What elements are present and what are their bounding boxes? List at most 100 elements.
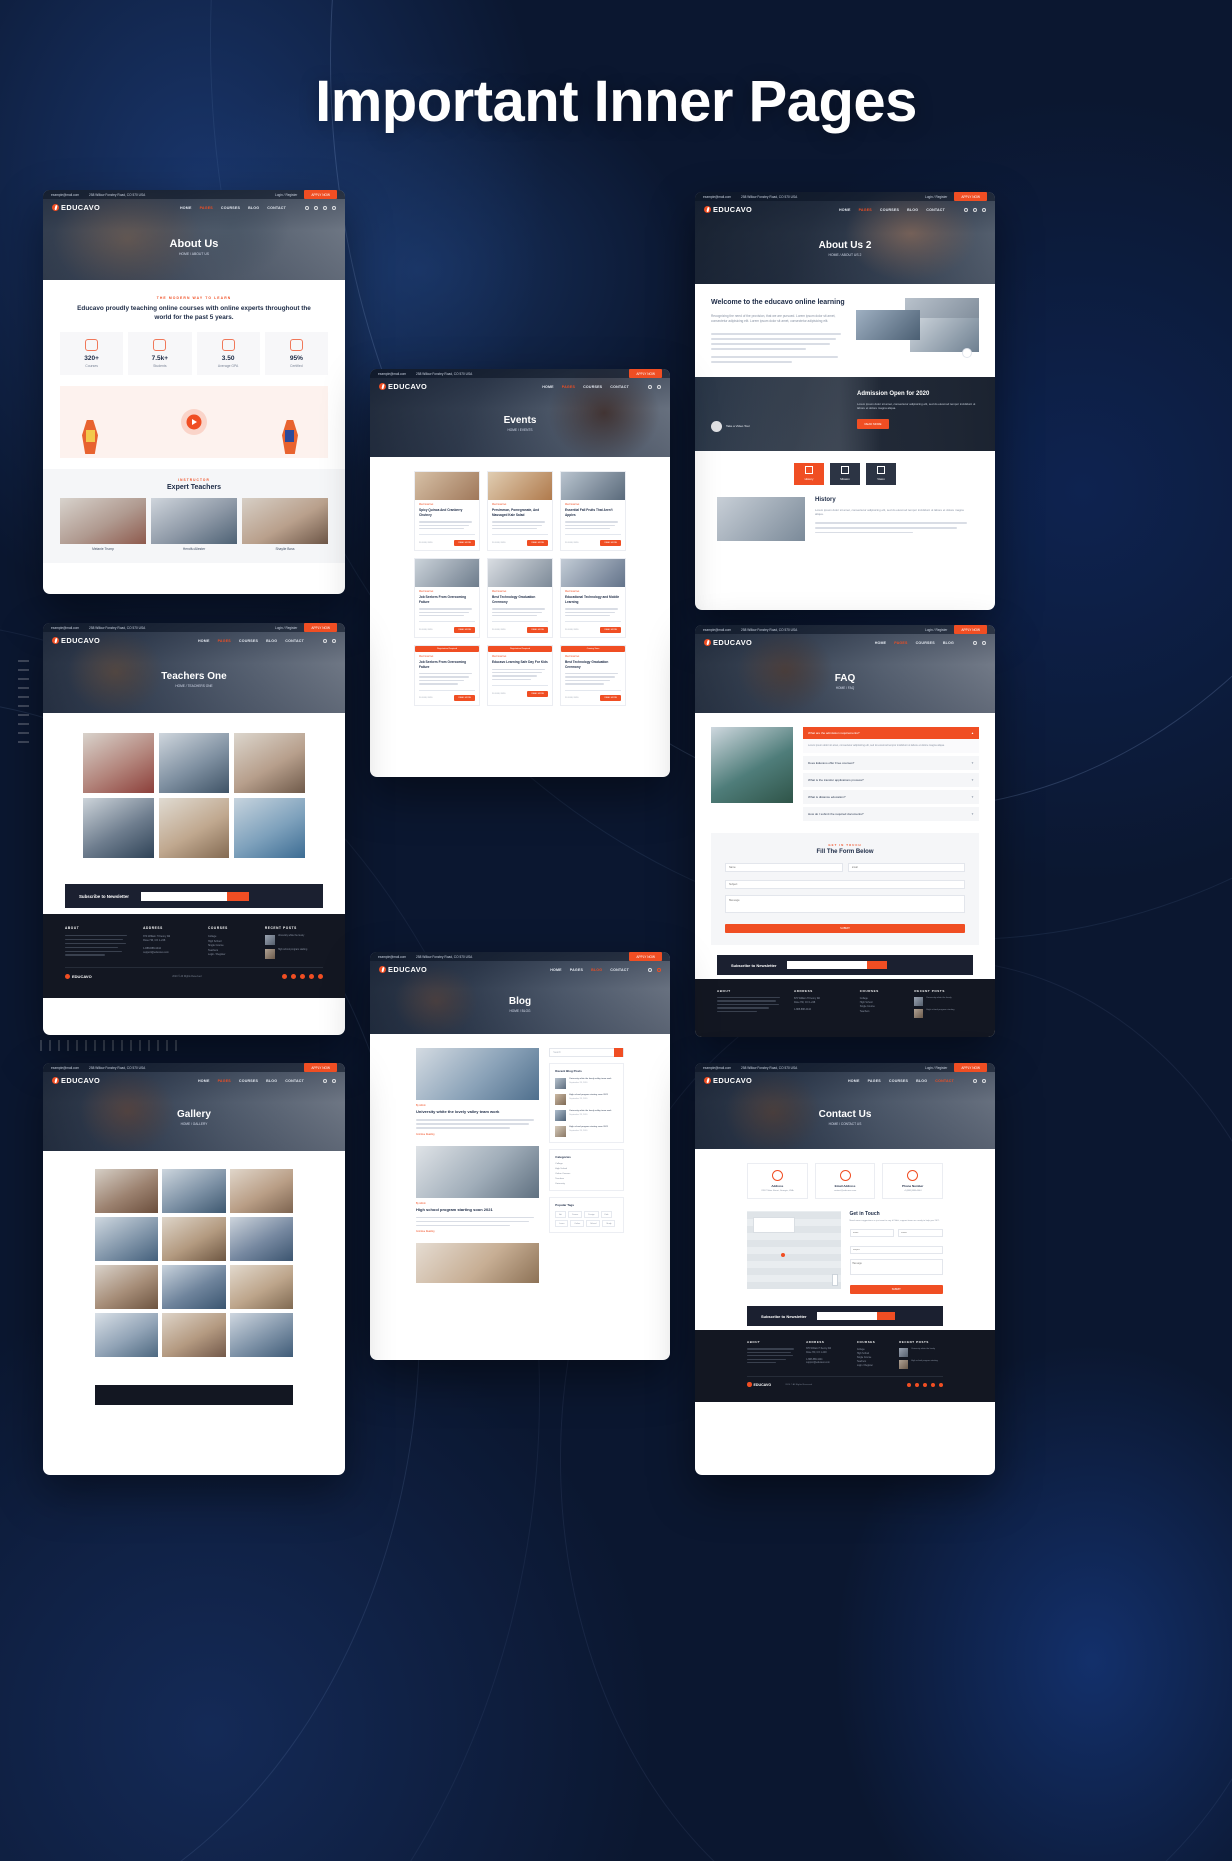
gallery-tile[interactable]	[95, 1313, 159, 1357]
event-read-more-button[interactable]: READ MORE	[527, 539, 548, 546]
category-item[interactable]: Online Courses	[555, 1173, 618, 1175]
tag-item[interactable]: Learn	[555, 1220, 569, 1227]
nav-links[interactable]: HOME PAGES COURSES CONTACT	[542, 385, 629, 389]
gallery-tile[interactable]	[229, 1169, 293, 1213]
nav-item-home[interactable]: HOME	[848, 1079, 860, 1083]
gallery-tile[interactable]	[229, 1217, 293, 1261]
mockup-about-us[interactable]: example@mail.com 258 Willow Fonzley Road…	[43, 190, 345, 594]
newsletter-input[interactable]	[816, 1312, 877, 1321]
nav-item-contact[interactable]: CONTACT	[926, 208, 945, 212]
event-read-more-button[interactable]: READ MORE	[454, 626, 475, 633]
tab-mission[interactable]: Mission	[830, 462, 860, 485]
event-card[interactable]: Wed Gourmet Persimmon, Pomegranate, And …	[487, 471, 553, 551]
email-field[interactable]	[847, 863, 965, 872]
apply-now-button[interactable]: APPLY NOW	[304, 1063, 337, 1072]
gallery-tile[interactable]	[229, 1313, 293, 1357]
nav-links[interactable]: HOME PAGES COURSES BLOG CONTACT	[198, 639, 304, 643]
user-icon[interactable]	[973, 207, 977, 212]
tab-history[interactable]: History	[794, 462, 824, 485]
cart-icon[interactable]	[323, 205, 327, 210]
tag-item[interactable]: Online	[570, 1220, 585, 1227]
topbar-login[interactable]: Login / Register	[925, 195, 947, 199]
teacher-card[interactable]: Shaylie Boss	[242, 498, 328, 551]
nav-item-courses[interactable]: COURSES	[880, 208, 899, 212]
logo[interactable]: EDUCAVO	[52, 1076, 100, 1085]
recent-post-item[interactable]: University white the lovely valley team …	[555, 1078, 618, 1089]
email-field[interactable]	[898, 1229, 943, 1238]
logo[interactable]: EDUCAVO	[704, 205, 752, 214]
close-icon[interactable]	[657, 967, 661, 972]
teacher-photo[interactable]	[83, 798, 154, 858]
nav-item-contact[interactable]: CONTACT	[610, 968, 629, 972]
faq-item-open[interactable]: What are the admission requirements? ▲	[803, 727, 979, 739]
event-card[interactable]: Wed Gourmet Essential Fall Fruits That A…	[560, 471, 626, 551]
apply-now-button[interactable]: APPLY NOW	[954, 1063, 987, 1072]
social-dots[interactable]	[282, 974, 323, 979]
logo[interactable]: EDUCAVO	[704, 1076, 752, 1085]
nav-item-home[interactable]: HOME	[542, 385, 554, 389]
nav-item-pages[interactable]: PAGES	[859, 208, 872, 212]
search-icon[interactable]	[614, 1048, 623, 1057]
event-card[interactable]: Wed Gourmet Spicy Quinoa And Cranberry C…	[414, 471, 480, 551]
tag-item[interactable]: School	[586, 1220, 601, 1227]
mockup-events[interactable]: example@mail.com 258 Willow Fonzley Road…	[370, 369, 670, 777]
footer-link[interactable]: Teachers	[860, 1010, 905, 1014]
tabs[interactable]: History Mission Vision	[695, 462, 995, 485]
mockup-teachers-one[interactable]: example@mail.com 258 Willow Fonzley Road…	[43, 623, 345, 1035]
nav-item-courses[interactable]: COURSES	[221, 206, 240, 210]
logo[interactable]: EDUCAVO	[379, 965, 427, 974]
recent-post-title[interactable]: University white the lovely valley team …	[569, 1110, 611, 1113]
search-icon[interactable]	[964, 207, 968, 212]
footer-link[interactable]: Login / Register	[208, 953, 253, 958]
gallery-tile[interactable]	[162, 1265, 226, 1309]
menu-icon[interactable]	[332, 205, 336, 210]
nav-item-home[interactable]: HOME	[198, 1079, 210, 1083]
blog-post[interactable]: By Admin High school program starting so…	[416, 1145, 540, 1233]
search-icon[interactable]	[323, 1078, 327, 1083]
mockup-about-us-2[interactable]: example@mail.com 258 Willow Fonzley Road…	[695, 192, 995, 610]
user-icon[interactable]	[332, 638, 336, 643]
event-card[interactable]: Registration Required Wed Gourmet Job Se…	[414, 644, 480, 707]
event-card[interactable]: Wed Gourmet Job Seekers From Overcoming …	[414, 557, 480, 638]
subject-field[interactable]	[849, 1246, 943, 1255]
sidebar-search[interactable]: Search	[549, 1048, 624, 1057]
nav-item-contact[interactable]: CONTACT	[285, 639, 304, 643]
teacher-card[interactable]: Melanie Trump	[60, 498, 146, 551]
newsletter-input[interactable]	[141, 891, 228, 901]
user-icon[interactable]	[982, 640, 986, 645]
nav-item-home[interactable]: HOME	[180, 206, 192, 210]
nav-item-home[interactable]: HOME	[198, 639, 210, 643]
search-icon[interactable]	[323, 638, 327, 643]
recent-post-title[interactable]: High school program starting	[911, 1360, 938, 1369]
nav-item-courses[interactable]: COURSES	[916, 641, 935, 645]
nav-item-pages[interactable]: PAGES	[218, 1079, 231, 1083]
search-icon[interactable]	[973, 1078, 977, 1083]
gallery-tile[interactable]	[162, 1313, 226, 1357]
play-icon[interactable]	[962, 348, 972, 358]
mockup-contact-us[interactable]: example@mail.com 258 Willow Fonzley Road…	[695, 1063, 995, 1475]
gallery-tile[interactable]	[95, 1217, 159, 1261]
nav-item-home[interactable]: HOME	[550, 968, 562, 972]
topbar-login[interactable]: Login / Register	[925, 628, 947, 632]
recent-post-title[interactable]: High school program starting	[278, 949, 307, 959]
nav-links[interactable]: HOME PAGES COURSES BLOG	[875, 641, 954, 645]
nav-item-pages[interactable]: PAGES	[894, 641, 907, 645]
tag-item[interactable]: Course	[567, 1211, 583, 1218]
tab-vision[interactable]: Vision	[866, 462, 896, 485]
map-zoom-controls[interactable]	[831, 1274, 838, 1286]
faq-item[interactable]: What is the transfer applications proces…	[803, 773, 979, 787]
footer-logo[interactable]: EDUCAVO	[65, 974, 92, 979]
event-read-more-button[interactable]: READ MORE	[454, 695, 475, 702]
event-read-more-button[interactable]: READ MORE	[600, 695, 621, 702]
gallery-tile[interactable]	[162, 1169, 226, 1213]
nav-item-home[interactable]: HOME	[839, 208, 851, 212]
category-item[interactable]: College	[555, 1163, 618, 1165]
nav-item-blog[interactable]: BLOG	[916, 1079, 927, 1083]
event-card[interactable]: Wed Gourmet Best Technology Graduation C…	[487, 557, 553, 638]
social-dots[interactable]	[907, 1382, 943, 1387]
nav-item-pages[interactable]: PAGES	[218, 639, 231, 643]
teacher-photo[interactable]	[83, 733, 154, 793]
nav-icons[interactable]	[973, 1078, 986, 1083]
nav-item-courses[interactable]: COURSES	[583, 385, 602, 389]
event-read-more-button[interactable]: READ MORE	[527, 626, 548, 633]
